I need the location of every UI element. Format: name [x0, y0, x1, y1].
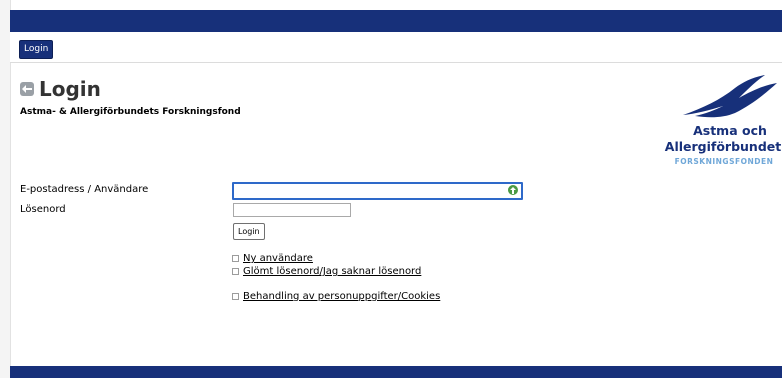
privacy-cookies-link[interactable]: Behandling av personuppgifter/Cookies: [243, 291, 440, 302]
username-label: E-postadress / Användare: [20, 184, 149, 195]
logo-text-line3: FORSKNINGSFONDEN: [674, 157, 774, 166]
logo-text-line1: Astma och: [693, 123, 767, 138]
page-subtitle: Astma- & Allergiförbundets Forskningsfon…: [20, 107, 241, 117]
new-user-link[interactable]: Ny användare: [243, 253, 313, 264]
password-label: Lösenord: [20, 204, 66, 215]
footer-bar: [10, 366, 782, 378]
link-item: Glömt lösenord/Jag saknar lösenord: [232, 266, 421, 277]
bullet-icon: [232, 255, 239, 262]
forgot-password-link[interactable]: Glömt lösenord/Jag saknar lösenord: [243, 266, 421, 277]
password-input[interactable]: [233, 203, 351, 217]
link-item: Ny användare: [232, 253, 313, 264]
back-arrow-icon[interactable]: [20, 82, 34, 96]
bullet-icon: [232, 268, 239, 275]
page-title: Login: [39, 77, 101, 101]
logo-text-line2: Allergiförbundet: [664, 139, 782, 154]
username-input[interactable]: [232, 182, 523, 200]
login-submit-button[interactable]: Login: [233, 223, 265, 240]
page-header: Login: [20, 77, 101, 101]
nav-login-button[interactable]: Login: [19, 40, 54, 59]
navigation-bar: [10, 32, 782, 63]
autofill-icon[interactable]: [508, 185, 518, 195]
top-banner: [10, 10, 782, 32]
bullet-icon: [232, 293, 239, 300]
link-item: Behandling av personuppgifter/Cookies: [232, 291, 440, 302]
